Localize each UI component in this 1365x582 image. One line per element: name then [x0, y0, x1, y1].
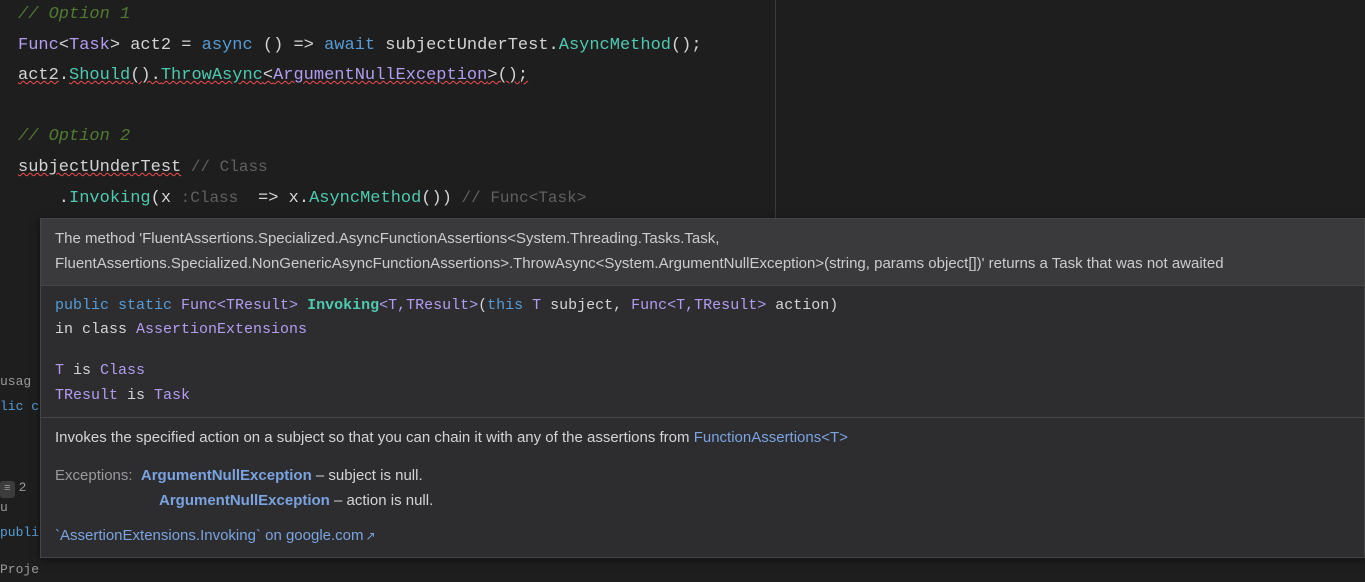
exception-name: ArgumentNullException	[159, 492, 330, 509]
sidebar-text: usag	[0, 370, 40, 395]
code-line: subjectUnderTest // Class	[18, 153, 1365, 184]
sidebar-fragments: usag lic c ≡2 u publi Proje	[0, 370, 40, 582]
tooltip-signature-section: public static Func<TResult> Invoking<T,T…	[41, 286, 1364, 418]
intellisense-tooltip: The method 'FluentAssertions.Specialized…	[40, 218, 1365, 558]
type-param-resolution: T is Class	[55, 359, 1350, 384]
exceptions-row: Exceptions: ArgumentNullException – subj…	[55, 464, 1350, 489]
tooltip-description-section: Invokes the specified action on a subjec…	[41, 418, 1364, 557]
external-link-icon: ↗	[366, 527, 376, 547]
code-line: .Invoking(x :Class => x.AsyncMethod()) /…	[18, 184, 1365, 215]
code-editor[interactable]: // Option 1 Func<Task> act2 = async () =…	[0, 0, 1365, 214]
code-line: act2.Should().ThrowAsync<ArgumentNullExc…	[18, 61, 1365, 92]
containing-class: in class AssertionExtensions	[55, 318, 1350, 343]
inline-hint: // Func<Task>	[452, 189, 586, 207]
badge-icon: ≡	[0, 481, 15, 499]
code-line: Func<Task> act2 = async () => await subj…	[18, 31, 1365, 62]
code-line: // Option 1	[18, 0, 1365, 31]
sidebar-text: ≡2 u	[0, 476, 40, 522]
inline-hint: // Class	[181, 158, 267, 176]
inline-hint: :Class	[171, 189, 248, 207]
external-search-link[interactable]: `AssertionExtensions.Invoking` on google…	[55, 524, 1350, 549]
blank-line	[18, 92, 1365, 123]
exceptions-row: ArgumentNullException – action is null.	[55, 489, 1350, 514]
exceptions-label: Exceptions:	[55, 467, 133, 484]
description-text: Invokes the specified action on a subjec…	[55, 426, 1350, 451]
tooltip-warning-section: The method 'FluentAssertions.Specialized…	[41, 219, 1364, 286]
comment: // Option 1	[18, 5, 130, 24]
type-param-resolution: TResult is Task	[55, 384, 1350, 409]
type-link[interactable]: FunctionAssertions<T>	[694, 429, 848, 446]
sidebar-text: lic c	[0, 395, 40, 420]
sidebar-text: publi	[0, 521, 40, 546]
sidebar-text: Proje	[0, 558, 40, 582]
comment: // Option 2	[18, 127, 130, 146]
method-signature: public static Func<TResult> Invoking<T,T…	[55, 294, 1350, 319]
exception-name: ArgumentNullException	[141, 467, 312, 484]
code-line: // Option 2	[18, 122, 1365, 153]
warning-text: The method 'FluentAssertions.Specialized…	[55, 230, 1224, 272]
